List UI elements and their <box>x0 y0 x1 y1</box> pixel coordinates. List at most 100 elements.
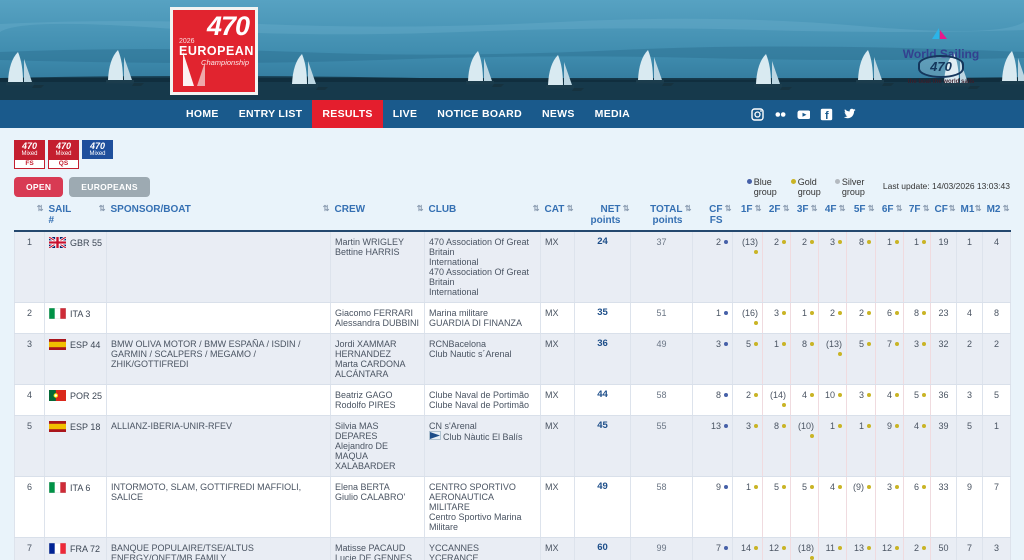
sponsor-cell: BANQUE POPULAIRE/TSE/ALTUS ENERGY/ONET/M… <box>106 537 331 560</box>
sort-icon[interactable]: ⇅ <box>725 203 732 214</box>
crew-cell: Elena BERTA Giulio CALABRO' <box>330 476 425 538</box>
sort-icon[interactable]: ⇅ <box>811 203 818 214</box>
youtube-icon[interactable] <box>797 108 810 121</box>
group-dot-icon <box>867 546 871 550</box>
group-dot-icon <box>724 424 728 428</box>
last-update: Last update: 14/03/2026 13:03:43 <box>882 181 1010 191</box>
race-5f-cell: 5 <box>846 333 876 385</box>
race-6f-cell: 6 <box>875 302 904 334</box>
sort-icon[interactable]: ⇅ <box>868 203 875 214</box>
total-points-cell: 58 <box>630 476 693 538</box>
column-header-3f[interactable]: 3F ⇅ <box>790 201 819 232</box>
nav-item-results[interactable]: RESULTS <box>312 100 383 128</box>
race-3f-cell: (10) <box>790 415 819 477</box>
club-cell: CN s'Arenal Club Nàutic El Balís <box>424 415 541 477</box>
sort-icon[interactable]: ⇅ <box>323 203 330 214</box>
group-dot-icon <box>838 352 842 356</box>
column-header-4f[interactable]: 4F ⇅ <box>818 201 847 232</box>
group-dot-icon <box>724 240 728 244</box>
race-2f-cell: 8 <box>762 415 791 477</box>
race-5f-cell: 13 <box>846 537 876 560</box>
class-470-tagline: the boat the world sails <box>907 79 975 85</box>
column-header-m2[interactable]: M2 ⇅ <box>982 201 1011 232</box>
race-7f-cell: 8 <box>903 302 931 334</box>
sort-icon[interactable]: ⇅ <box>417 203 424 214</box>
sort-icon[interactable]: ⇅ <box>975 203 982 214</box>
class-badge-qs[interactable]: 470 Mixed QS <box>48 140 79 169</box>
column-header-club[interactable]: CLUB ⇅ <box>424 201 541 232</box>
fleet-button-europeans[interactable]: EUROPEANS <box>69 177 150 197</box>
column-header-cat[interactable]: CAT ⇅ <box>540 201 575 232</box>
group-dot-icon <box>922 311 926 315</box>
flag-esp <box>49 421 66 432</box>
cat-cell: MX <box>540 415 575 477</box>
sort-icon[interactable]: ⇅ <box>923 203 930 214</box>
column-header-sail[interactable]: SAIL # ⇅ <box>44 201 107 232</box>
column-header-5f[interactable]: 5F ⇅ <box>846 201 876 232</box>
sponsor-cell: INTORMOTO, SLAM, GOTTIFREDI MAFFIOLI, SA… <box>106 476 331 538</box>
column-header-cf[interactable]: CF ⇅ <box>930 201 957 232</box>
group-dot-icon <box>922 342 926 346</box>
sort-icon[interactable]: ⇅ <box>37 203 44 214</box>
column-header-crew[interactable]: CREW ⇅ <box>330 201 425 232</box>
nav-item-news[interactable]: NEWS <box>532 100 585 128</box>
facebook-icon[interactable]: f <box>820 108 833 121</box>
column-header-cf-fs[interactable]: CF FS ⇅ <box>692 201 733 232</box>
sort-icon[interactable]: ⇅ <box>839 203 846 214</box>
class-badge-fs[interactable]: 470 Mixed FS <box>14 140 45 169</box>
nav-item-media[interactable]: MEDIA <box>585 100 640 128</box>
class-badge-mixed[interactable]: 470 Mixed <box>82 140 113 169</box>
group-dot-icon <box>895 485 899 489</box>
sort-icon[interactable]: ⇅ <box>685 203 692 214</box>
fleet-button-open[interactable]: OPEN <box>14 177 64 197</box>
column-header-sponsor-boat[interactable]: SPONSOR/BOAT ⇅ <box>106 201 331 232</box>
column-header-7f[interactable]: 7F ⇅ <box>903 201 931 232</box>
column-header-total-points[interactable]: TOTAL points ⇅ <box>630 201 693 232</box>
sort-icon[interactable]: ⇅ <box>567 203 574 214</box>
instagram-icon[interactable] <box>751 107 764 121</box>
cf-fs-cell: 2 <box>692 231 733 303</box>
group-dot-icon <box>895 546 899 550</box>
sponsor-cell: ALLIANZ-IBERIA-UNIR-RFEV <box>106 415 331 477</box>
nav-item-home[interactable]: HOME <box>176 100 229 128</box>
social-icons: f <box>751 100 856 128</box>
column-header-rank[interactable]: ⇅ <box>14 201 45 232</box>
sort-icon[interactable]: ⇅ <box>533 203 540 214</box>
sort-icon[interactable]: ⇅ <box>99 203 106 214</box>
group-dot-icon <box>867 393 871 397</box>
sort-icon[interactable]: ⇅ <box>783 203 790 214</box>
sort-icon[interactable]: ⇅ <box>949 203 956 214</box>
m2-cell: 4 <box>982 231 1011 303</box>
column-header-2f[interactable]: 2F ⇅ <box>762 201 791 232</box>
sort-icon[interactable]: ⇅ <box>896 203 903 214</box>
table-row: 1 GBR 55 Martin WRIGLEY Bettine HARRIS 470 A… <box>14 231 1011 303</box>
group-dot-icon <box>834 179 840 184</box>
race-6f-cell: 12 <box>875 537 904 560</box>
nav-item-entry-list[interactable]: ENTRY LIST <box>229 100 313 128</box>
flag-fra <box>49 543 66 554</box>
net-points-cell: 24 <box>574 231 631 303</box>
column-header-1f[interactable]: 1F ⇅ <box>732 201 763 232</box>
column-header-m1[interactable]: M1 ⇅ <box>956 201 983 232</box>
race-4f-cell: 11 <box>818 537 847 560</box>
flickr-icon[interactable] <box>774 108 787 121</box>
sort-icon[interactable]: ⇅ <box>1003 203 1010 214</box>
club-cell: CENTRO SPORTIVO AERONAUTICA MILITARE Cent… <box>424 476 541 538</box>
nav-item-live[interactable]: LIVE <box>383 100 428 128</box>
group-dot-icon <box>782 311 786 315</box>
column-header-net-points[interactable]: NET points ⇅ <box>574 201 631 232</box>
race-6f-cell: 7 <box>875 333 904 385</box>
race-7f-cell: 4 <box>903 415 931 477</box>
sort-icon[interactable]: ⇅ <box>623 203 630 214</box>
race-7f-cell: 5 <box>903 384 931 416</box>
column-header-6f[interactable]: 6F ⇅ <box>875 201 904 232</box>
group-dot-icon <box>810 485 814 489</box>
group-dot-icon <box>895 240 899 244</box>
net-points-cell: 36 <box>574 333 631 385</box>
sort-icon[interactable]: ⇅ <box>755 203 762 214</box>
twitter-icon[interactable] <box>843 108 856 121</box>
nav-item-notice-board[interactable]: NOTICE BOARD <box>427 100 532 128</box>
cat-cell: MX <box>540 537 575 560</box>
group-dot-icon <box>724 546 728 550</box>
sponsor-cell: BMW OLIVA MOTOR / BMW ESPAÑA / ISDIN / G… <box>106 333 331 385</box>
